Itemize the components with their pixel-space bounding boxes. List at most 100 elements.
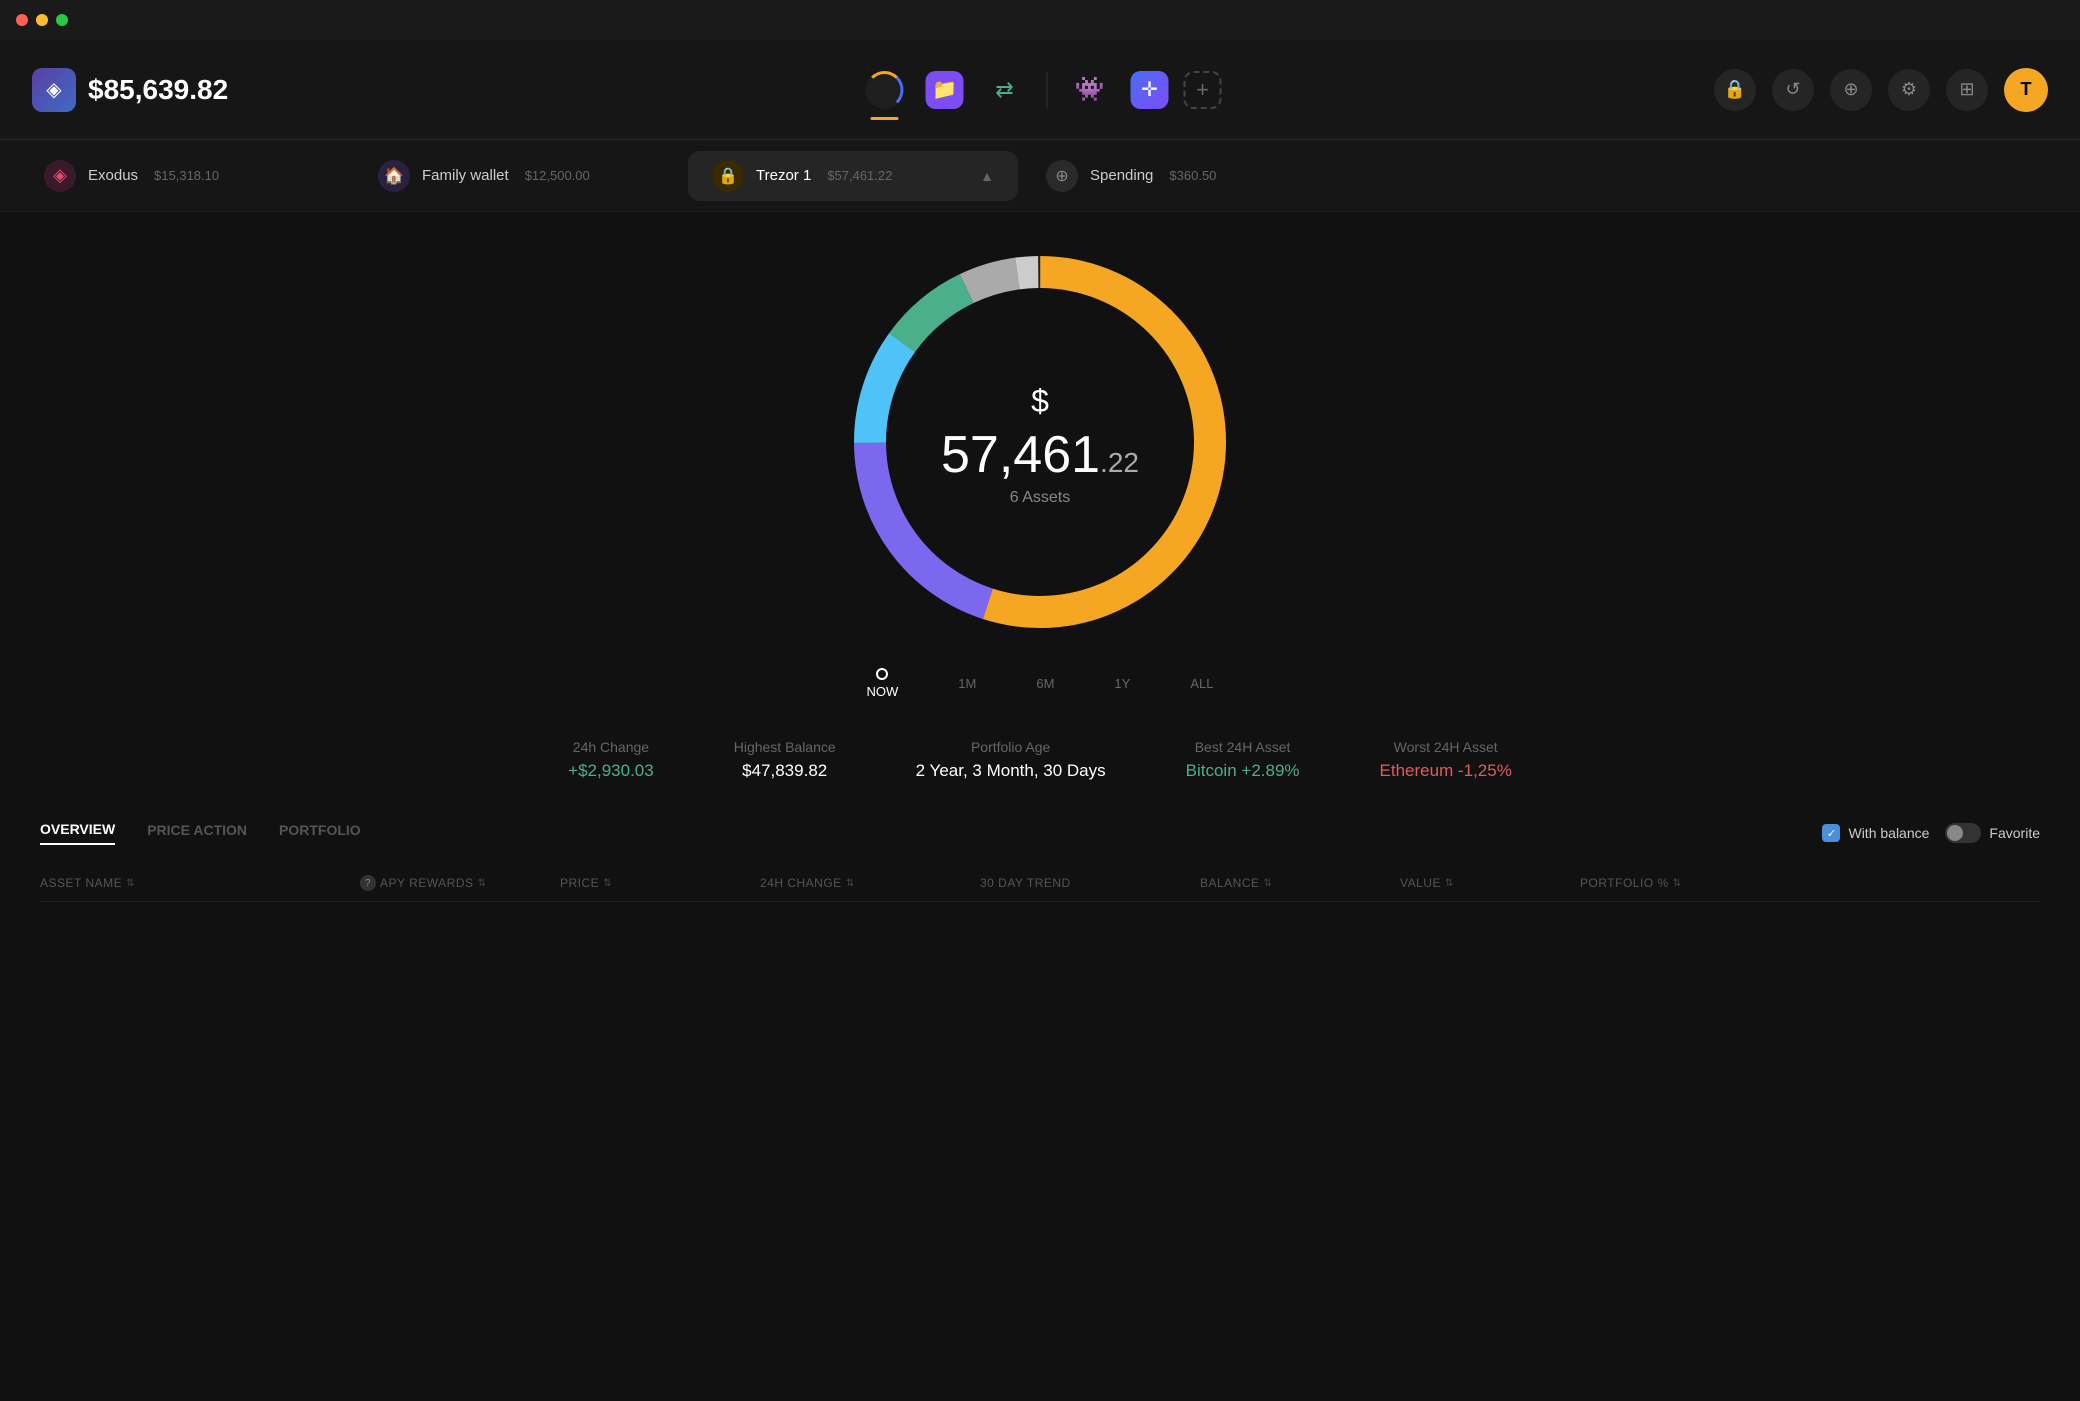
total-balance: $85,639.82 [88,74,228,106]
col-price-label: PRICE [560,876,599,890]
col-value[interactable]: VALUE ⇅ [1400,876,1580,890]
timeline-label-6m: 6M [1036,676,1054,691]
donut-dollar: $ [1031,385,1049,417]
col-balance[interactable]: BALANCE ⇅ [1200,876,1400,890]
filter-with-balance[interactable]: ✓ With balance [1822,824,1929,842]
wallet-tabs: ◈ Exodus $15,318.10 🏠 Family wallet $12,… [0,140,2080,212]
close-button[interactable] [16,14,28,26]
trezor1-tab-balance: $57,461.22 [827,168,892,183]
favorite-label: Favorite [1989,825,2040,841]
addwallet-icon: ✛ [1131,71,1169,109]
table-header: ASSET NAME ⇅ ? APY REWARDS ⇅ PRICE ⇅ 24H… [40,865,2040,902]
wallet-tab-exodus[interactable]: ◈ Exodus $15,318.10 [20,151,350,201]
titlebar [0,0,2080,40]
col-24h-change[interactable]: 24H CHANGE ⇅ [760,876,980,890]
stat-highest-balance: Highest Balance $47,839.82 [734,739,836,781]
stat-24h-change: 24h Change +$2,930.03 [568,739,654,781]
col-portfolio-pct-sort-icon: ⇅ [1673,878,1682,889]
timeline-now[interactable]: NOW [867,668,899,699]
swap-nav-button[interactable]: ⇄ [979,64,1031,116]
stat-portfolio-age-label: Portfolio Age [916,739,1106,755]
wallet-nav-button[interactable]: 📁 [919,64,971,116]
col-24h-change-sort-icon: ⇅ [846,878,855,889]
spending-tab-name: Spending [1090,167,1153,184]
tab-overview[interactable]: OVERVIEW [40,821,115,845]
donut-amount: $57,461.22 [935,377,1145,481]
minimize-button[interactable] [36,14,48,26]
main-content: $57,461.22 6 Assets NOW 1M 6M 1Y ALL [0,212,2080,1401]
donut-chart: $57,461.22 6 Assets [830,232,1250,652]
wallet-tab-spending[interactable]: ⊕ Spending $360.50 [1022,151,1352,201]
wallet-tab-family[interactable]: 🏠 Family wallet $12,500.00 [354,151,684,201]
globe-button[interactable]: ⊕ [1830,69,1872,111]
lock-button[interactable]: 🔒 [1714,69,1756,111]
col-apy-rewards[interactable]: ? APY REWARDS ⇅ [360,875,560,891]
donut-main: 57,461 [941,426,1100,484]
portfolio-icon [866,71,904,109]
stat-best-asset: Best 24H Asset Bitcoin +2.89% [1186,739,1300,781]
col-apy-info-icon: ? [360,875,376,891]
center-nav: 📁 ⇄ 👾 ✛ + [859,64,1222,116]
timeline-1y[interactable]: 1Y [1114,676,1130,691]
grid-button[interactable]: ⊞ [1946,69,1988,111]
col-price-sort-icon: ⇅ [603,878,612,889]
family-tab-name: Family wallet [422,167,509,184]
col-30day-trend: 30 DAY TREND [980,876,1200,890]
avatar-button[interactable]: T [2004,68,2048,112]
stat-worst-asset-label: Worst 24H Asset [1380,739,1512,755]
col-30day-trend-label: 30 DAY TREND [980,876,1071,890]
col-portfolio-pct[interactable]: PORTFOLIO % ⇅ [1580,876,1760,890]
col-price[interactable]: PRICE ⇅ [560,876,760,890]
favorite-toggle[interactable] [1945,823,1981,843]
wallet-icon: 📁 [926,71,964,109]
timeline: NOW 1M 6M 1Y ALL [847,668,1234,699]
timeline-label-1m: 1M [958,676,976,691]
favorite-toggle-knob [1947,825,1963,841]
stat-best-asset-label: Best 24H Asset [1186,739,1300,755]
exodus-tab-name: Exodus [88,167,138,184]
profile-nav-button[interactable]: 👾 [1064,64,1116,116]
timeline-1m[interactable]: 1M [958,676,976,691]
timeline-label-all: ALL [1190,676,1213,691]
filter-favorite[interactable]: Favorite [1945,823,2040,843]
stat-portfolio-age-value: 2 Year, 3 Month, 30 Days [916,761,1106,781]
chart-area: $57,461.22 6 Assets NOW 1M 6M 1Y ALL [0,212,2080,699]
with-balance-checkbox[interactable]: ✓ [1822,824,1840,842]
col-asset-name[interactable]: ASSET NAME ⇅ [40,876,360,890]
col-apy-rewards-label: APY REWARDS [380,876,474,890]
timeline-all[interactable]: ALL [1190,676,1213,691]
addwallet-nav-button[interactable]: ✛ [1124,64,1176,116]
table-tabs: OVERVIEW PRICE ACTION PORTFOLIO ✓ With b… [40,821,2040,845]
stat-worst-asset: Worst 24H Asset Ethereum -1,25% [1380,739,1512,781]
history-button[interactable]: ↺ [1772,69,1814,111]
topbar: ◈ $85,639.82 📁 ⇄ 👾 ✛ + 🔒 ↺ ⊕ ⚙ ⊞ [0,40,2080,140]
stat-highest-balance-value: $47,839.82 [734,761,836,781]
stat-24h-change-label: 24h Change [568,739,654,755]
family-icon: 🏠 [378,160,410,192]
spending-tab-balance: $360.50 [1169,168,1216,183]
col-asset-name-label: ASSET NAME [40,876,122,890]
tab-portfolio[interactable]: PORTFOLIO [279,822,361,844]
tab-price-action[interactable]: PRICE ACTION [147,822,247,844]
face-icon: 👾 [1075,75,1105,104]
exodus-tab-balance: $15,318.10 [154,168,219,183]
wallet-tab-trezor1[interactable]: 🔒 Trezor 1 $57,461.22 ▲ [688,151,1018,201]
settings-button[interactable]: ⚙ [1888,69,1930,111]
spending-icon: ⊕ [1046,160,1078,192]
app-logo[interactable]: ◈ [32,68,76,112]
col-balance-label: BALANCE [1200,876,1260,890]
portfolio-nav-button[interactable] [859,64,911,116]
timeline-6m[interactable]: 6M [1036,676,1054,691]
swap-icon: ⇄ [995,77,1013,103]
col-portfolio-pct-label: PORTFOLIO % [1580,876,1669,890]
maximize-button[interactable] [56,14,68,26]
donut-cents: .22 [1100,447,1139,478]
trezor1-chevron-icon: ▲ [980,168,994,184]
add-nav-button[interactable]: + [1184,71,1222,109]
stat-24h-change-value: +$2,930.03 [568,761,654,781]
col-apy-sort-icon: ⇅ [478,878,487,889]
timeline-label-1y: 1Y [1114,676,1130,691]
logo-area: ◈ $85,639.82 [32,68,252,112]
table-section: OVERVIEW PRICE ACTION PORTFOLIO ✓ With b… [0,821,2080,902]
right-nav: 🔒 ↺ ⊕ ⚙ ⊞ T [1714,68,2048,112]
